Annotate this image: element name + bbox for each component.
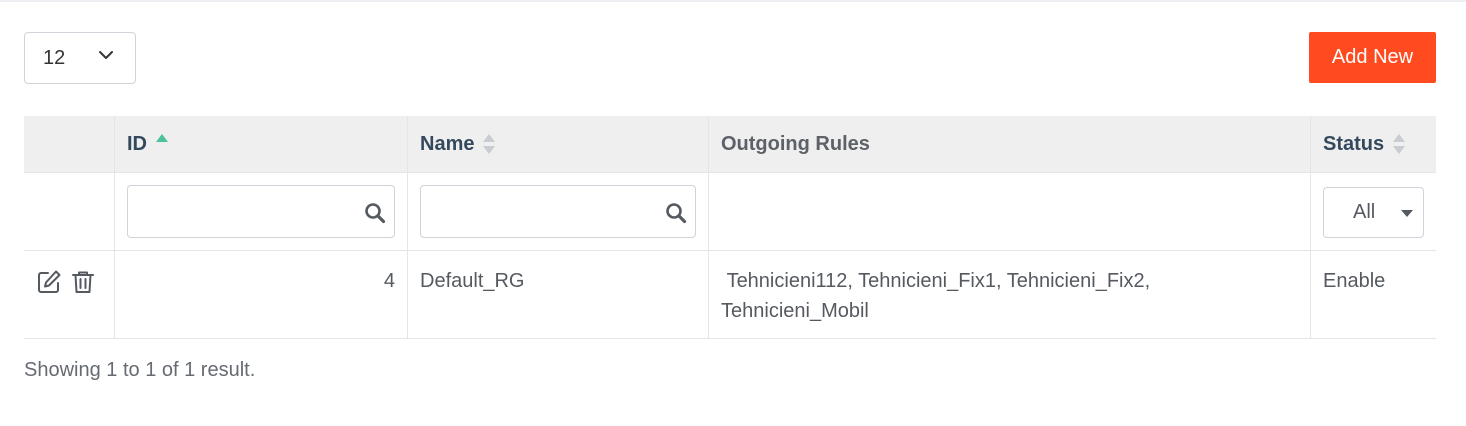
column-header-outgoing-rules: Outgoing Rules — [709, 116, 1311, 172]
edit-icon[interactable] — [36, 269, 62, 295]
table-row: 4 Default_RG Tehnicieni112, Tehnicieni_F… — [24, 251, 1436, 339]
page-size-value: 12 — [43, 46, 66, 69]
filter-outgoing-rules-cell — [709, 173, 1311, 250]
trash-icon[interactable] — [70, 269, 96, 295]
chevron-down-icon — [97, 46, 115, 70]
id-search-field[interactable] — [127, 185, 395, 238]
column-header-label: Status — [1323, 132, 1385, 155]
column-header-label: Name — [420, 132, 475, 155]
filter-actions — [24, 173, 115, 250]
sort-icon[interactable] — [1392, 133, 1406, 155]
column-header-label: Outgoing Rules — [721, 132, 870, 155]
header-actions — [24, 116, 115, 172]
cell-status: Enable — [1323, 270, 1386, 292]
data-table: ID Name Outgoing Rules Status All 4 Defa… — [24, 116, 1436, 339]
filter-name-cell — [408, 173, 709, 250]
add-new-button[interactable]: Add New — [1309, 32, 1436, 83]
id-search-input[interactable] — [128, 186, 394, 237]
status-filter-select[interactable]: All — [1323, 187, 1424, 238]
name-search-field[interactable] — [420, 185, 696, 238]
status-filter-value: All — [1353, 201, 1376, 223]
column-header-label: ID — [127, 132, 147, 155]
column-header-name[interactable]: Name — [408, 116, 709, 172]
column-header-id[interactable]: ID — [115, 116, 408, 172]
search-icon[interactable] — [364, 202, 386, 224]
column-header-status[interactable]: Status — [1311, 116, 1436, 172]
pagination-summary: Showing 1 to 1 of 1 result. — [24, 359, 256, 381]
name-search-input[interactable] — [421, 186, 695, 237]
search-icon[interactable] — [665, 202, 687, 224]
filter-row: All — [24, 173, 1436, 251]
table-header: ID Name Outgoing Rules Status — [24, 116, 1436, 173]
sort-asc-icon[interactable] — [155, 133, 169, 155]
sort-icon[interactable] — [482, 133, 496, 155]
cell-id: 4 — [115, 251, 408, 338]
cell-name: Default_RG — [408, 251, 709, 338]
page: 12 Add New ID Name Outgoing Rules Status… — [0, 0, 1466, 426]
filter-id-cell — [115, 173, 408, 250]
page-size-select[interactable]: 12 — [24, 32, 136, 84]
cell-outgoing-rules: Tehnicieni112, Tehnicieni_Fix1, Tehnicie… — [709, 251, 1311, 338]
caret-down-icon — [1401, 201, 1413, 224]
filter-status-cell: All — [1311, 173, 1436, 250]
row-actions — [24, 251, 115, 338]
